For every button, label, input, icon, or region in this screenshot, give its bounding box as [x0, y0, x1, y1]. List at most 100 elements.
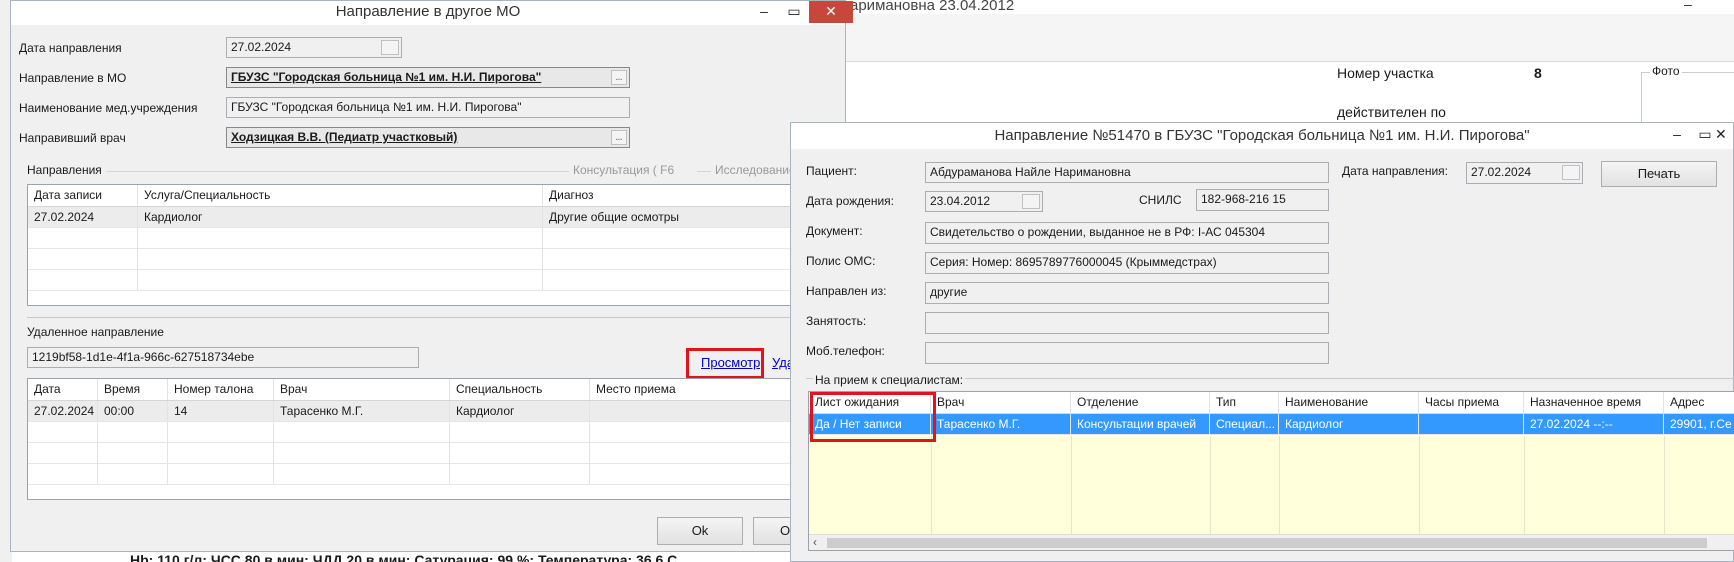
- column-header[interactable]: Место приема: [590, 379, 806, 400]
- mobile-phone-field[interactable]: [925, 342, 1329, 364]
- table-cell: [98, 464, 168, 484]
- ok-button[interactable]: Ok: [657, 517, 743, 545]
- minimize-icon[interactable]: ‒: [1663, 124, 1691, 146]
- table-cell: Специал...: [1210, 414, 1279, 434]
- document-value: Свидетельство о рождении, выданное не в …: [930, 225, 1266, 239]
- close-icon[interactable]: ✕: [1715, 124, 1734, 146]
- referring-doctor-label: Направивший врач: [19, 131, 126, 145]
- oms-value: Серия: Номер: 8695789776000045 (Крыммедс…: [930, 255, 1217, 269]
- org-name-label: Наименование мед.учреждения: [19, 101, 198, 115]
- table-cell: [28, 464, 98, 484]
- print-button[interactable]: Печать: [1601, 161, 1717, 187]
- highlight-box: [810, 392, 936, 442]
- table-cell: 14: [168, 401, 274, 421]
- referral-date-value: 27.02.2024: [231, 40, 292, 54]
- column-header[interactable]: Назначенное время: [1524, 392, 1664, 413]
- snils-value: 182-968-216 15: [1201, 192, 1286, 206]
- calendar-icon[interactable]: [1562, 165, 1580, 180]
- table-row[interactable]: [28, 249, 806, 270]
- remote-referral-id-value: 1219bf58-1d1e-4f1a-966c-627518734ebe: [32, 350, 255, 364]
- table-row[interactable]: [28, 443, 806, 464]
- table-cell: [450, 422, 590, 442]
- oms-field[interactable]: Серия: Номер: 8695789776000045 (Крыммедс…: [925, 252, 1329, 274]
- close-icon[interactable]: ✕: [809, 1, 853, 23]
- column-header[interactable]: Специальность: [450, 379, 590, 400]
- remote-referral-label: Удаленное направление: [27, 325, 164, 339]
- patient-field[interactable]: Абдураманова Найле Наримановна: [925, 162, 1329, 183]
- referral-date-field[interactable]: 27.02.2024: [226, 37, 402, 58]
- table-cell: 27.02.2024 --:--: [1524, 414, 1664, 434]
- column-header[interactable]: Адрес: [1664, 392, 1734, 413]
- specialists-grid[interactable]: Лист ожидания Врач Отделение Тип Наимено…: [808, 391, 1734, 551]
- column-header[interactable]: Отделение: [1071, 392, 1210, 413]
- radio-research[interactable]: Исследование (: [715, 163, 801, 177]
- table-row[interactable]: [28, 464, 806, 485]
- table-cell: [168, 464, 274, 484]
- table-cell: Тарасенко М.Г.: [931, 414, 1071, 434]
- background-bottom-text: Hb: 110 г/л; ЧСС 80 в мин; ЧДД 20 в мин;…: [130, 552, 678, 562]
- radio-consultation[interactable]: Консультация ( F6: [573, 163, 674, 177]
- employment-field[interactable]: [925, 312, 1329, 334]
- table-cell: Кардиолог: [138, 207, 543, 227]
- column-line: [1071, 436, 1072, 534]
- referral-mo-field[interactable]: ГБУЗС "Городская больница №1 им. Н.И. Пи…: [226, 67, 630, 88]
- referral-dialog-title: Направление в другое МО: [335, 3, 521, 20]
- scroll-left-icon[interactable]: ‹: [813, 535, 817, 549]
- ellipsis-icon[interactable]: ...: [611, 70, 627, 85]
- table-cell: [168, 443, 274, 463]
- column-header[interactable]: Наименование: [1279, 392, 1419, 413]
- directions-grid[interactable]: Дата записи Услуга/Специальность Диагноз…: [27, 184, 807, 306]
- table-row[interactable]: [28, 422, 806, 443]
- table-row[interactable]: [28, 228, 806, 249]
- column-line: [931, 436, 932, 534]
- minimize-icon[interactable]: ‒: [750, 1, 778, 23]
- column-header[interactable]: Диагноз: [543, 185, 806, 206]
- referred-from-field[interactable]: другие: [925, 282, 1329, 304]
- specialists-label: На прием к специалистам:: [813, 373, 966, 387]
- calendar-icon[interactable]: [1022, 194, 1040, 209]
- table-cell: [138, 228, 543, 248]
- table-row[interactable]: [28, 270, 806, 291]
- photo-label: Фото: [1650, 64, 1682, 78]
- table-row[interactable]: Да / Нет записи Тарасенко М.Г. Консульта…: [809, 414, 1734, 435]
- referring-doctor-field[interactable]: Ходзицкая В.В. (Педиатр участковый) ...: [226, 127, 630, 148]
- column-header[interactable]: Дата: [28, 379, 98, 400]
- table-cell: [28, 249, 138, 269]
- referral-date-label: Дата направления: [19, 41, 122, 55]
- background-minimize-icon[interactable]: ‒: [1684, 0, 1692, 12]
- table-cell: Консультации врачей: [1071, 414, 1210, 434]
- table-cell: [450, 443, 590, 463]
- directions-group-label: Направления: [27, 163, 102, 177]
- table-cell: [98, 422, 168, 442]
- scrollbar-thumb[interactable]: [827, 538, 1707, 548]
- org-name-field[interactable]: ГБУЗС "Городская больница №1 им. Н.И. Пи…: [226, 97, 630, 118]
- calendar-icon[interactable]: [381, 40, 399, 55]
- referred-from-value: другие: [930, 285, 968, 299]
- column-line: [1279, 436, 1280, 534]
- column-header[interactable]: Услуга/Специальность: [138, 185, 543, 206]
- appointments-grid[interactable]: Дата Время Номер талона Врач Специальнос…: [27, 378, 807, 500]
- snils-field[interactable]: 182-968-216 15: [1196, 189, 1329, 211]
- table-cell: [138, 270, 543, 290]
- dob-field[interactable]: 23.04.2012: [925, 191, 1043, 212]
- table-row[interactable]: 27.02.2024 Кардиолог Другие общие осмотр…: [28, 207, 806, 228]
- ellipsis-icon[interactable]: ...: [611, 130, 627, 145]
- table-row[interactable]: 27.02.2024 00:00 14 Тарасенко М.Г. Карди…: [28, 401, 806, 422]
- table-cell: Кардиолог: [1279, 414, 1419, 434]
- document-field[interactable]: Свидетельство о рождении, выданное не в …: [925, 222, 1329, 244]
- column-line: [1664, 436, 1665, 534]
- horizontal-scrollbar[interactable]: ‹: [809, 534, 1734, 550]
- column-header[interactable]: Врач: [931, 392, 1071, 413]
- table-cell: [138, 249, 543, 269]
- column-header[interactable]: Тип: [1210, 392, 1279, 413]
- column-header[interactable]: Номер талона: [168, 379, 274, 400]
- appointments-grid-header: Дата Время Номер талона Врач Специальнос…: [28, 379, 806, 401]
- column-header[interactable]: Время: [98, 379, 168, 400]
- maximize-icon[interactable]: ▭: [780, 1, 808, 23]
- column-header[interactable]: Часы приема: [1419, 392, 1524, 413]
- patient-label: Пациент:: [806, 164, 858, 178]
- column-header[interactable]: Дата записи: [28, 185, 138, 206]
- remote-referral-id-field[interactable]: 1219bf58-1d1e-4f1a-966c-627518734ebe: [27, 347, 419, 368]
- column-header[interactable]: Врач: [274, 379, 450, 400]
- referral-date-field[interactable]: 27.02.2024: [1466, 162, 1583, 184]
